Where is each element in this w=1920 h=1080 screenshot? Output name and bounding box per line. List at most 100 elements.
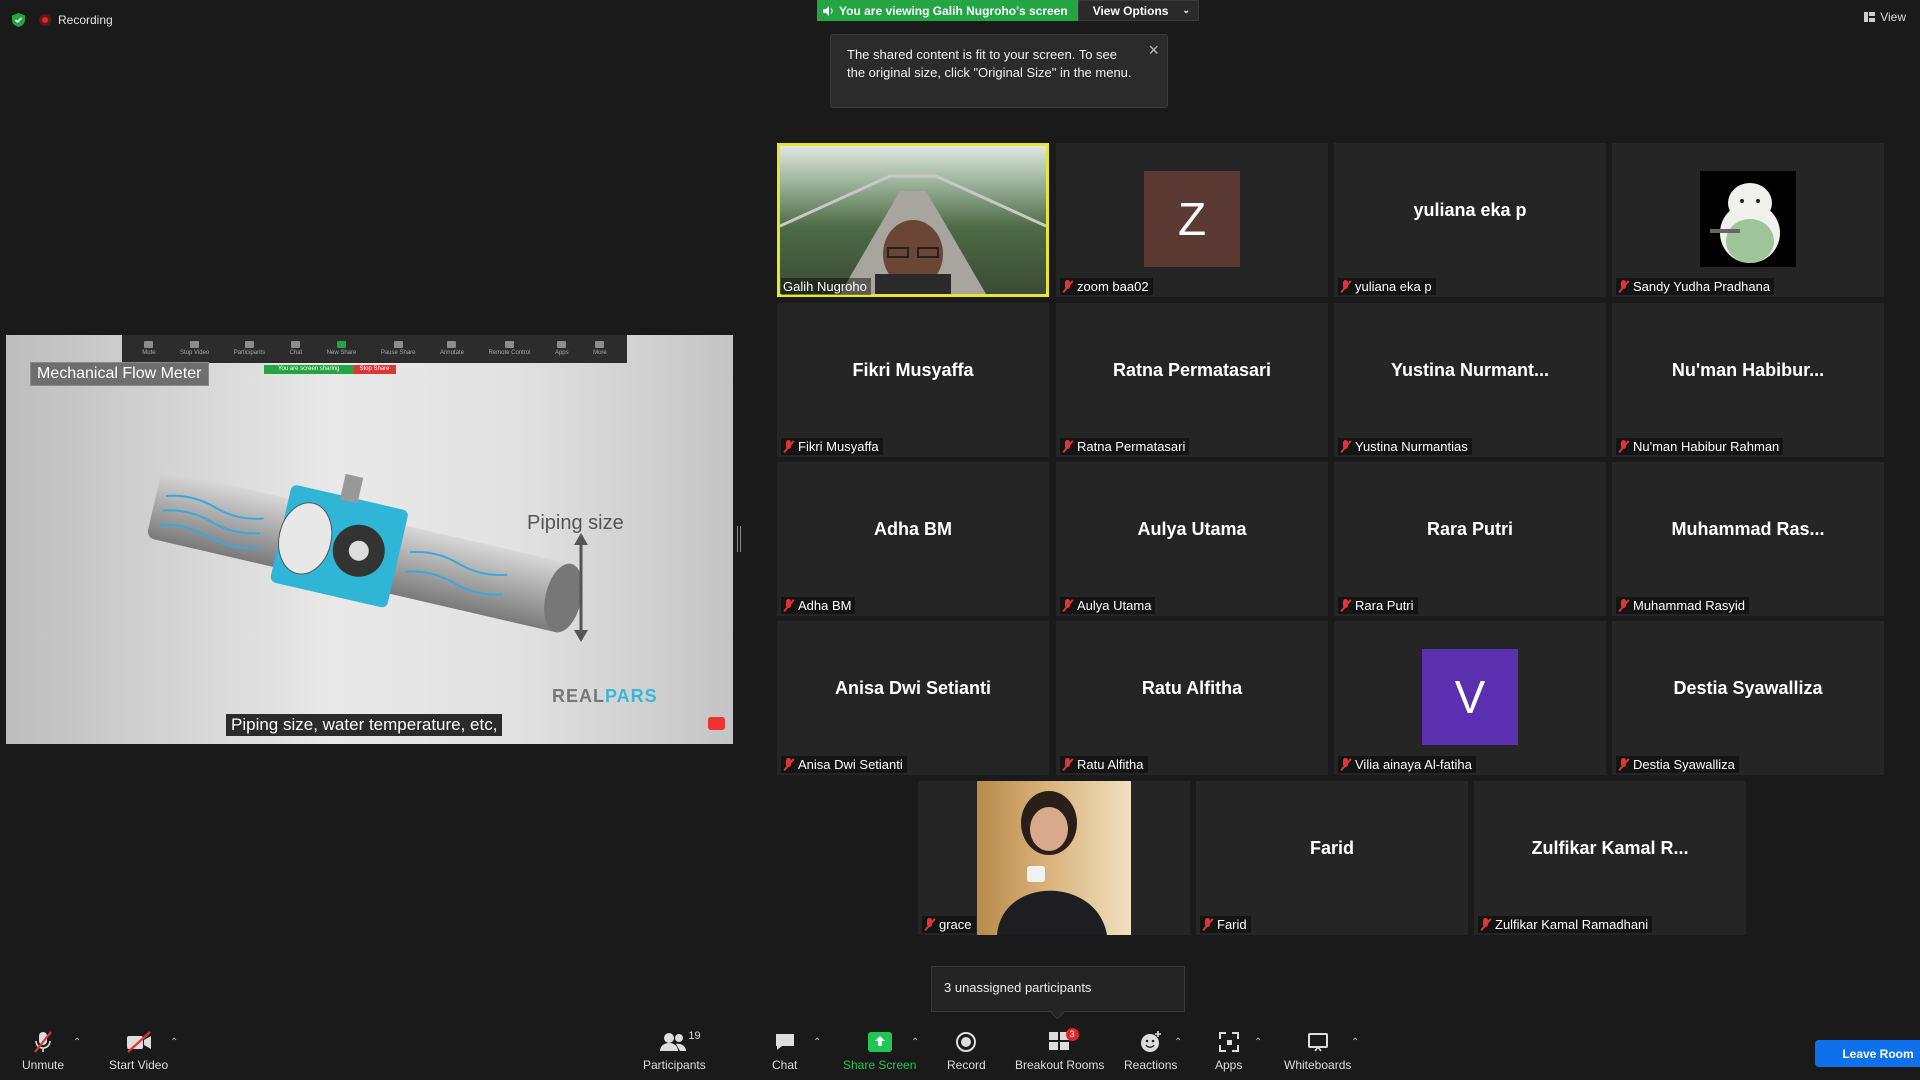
gallery-view-icon <box>1864 12 1876 22</box>
participant-name-label: grace <box>922 916 976 933</box>
shared-screen[interactable]: Mute Stop Video Participants Chat New Sh… <box>6 335 733 744</box>
participant-display-name: Farid <box>1309 838 1354 858</box>
participant-tile[interactable]: Ratna Permatasari Ratna Permatasari <box>1056 303 1328 457</box>
close-icon[interactable]: × <box>1148 41 1159 59</box>
recording-indicator[interactable]: Recording <box>39 13 113 27</box>
reactions-button[interactable]: Reactions <box>1124 1030 1177 1072</box>
speaker-icon <box>823 5 833 16</box>
whiteboards-button[interactable]: Whiteboards <box>1284 1030 1351 1072</box>
participant-display-name: yuliana eka p <box>1413 200 1527 220</box>
flow-meter-illustration <box>147 471 588 642</box>
participant-tile[interactable]: Yustina Nurmant... Yustina Nurmantias <box>1334 303 1606 457</box>
participant-display-name: Anisa Dwi Setianti <box>834 678 992 698</box>
split-resize-handle[interactable] <box>737 526 741 552</box>
participant-name-label: Nu'man Habibur Rahman <box>1616 438 1784 455</box>
share-banner-label: You are viewing Galih Nugroho's screen <box>839 3 1068 18</box>
chat-icon <box>775 1034 794 1050</box>
start-video-button[interactable]: Start Video <box>109 1030 168 1072</box>
mic-muted-icon <box>783 440 794 453</box>
participant-avatar-image <box>1700 171 1796 267</box>
video-off-icon <box>126 1031 151 1053</box>
recording-dot-icon <box>39 14 51 26</box>
participant-tile[interactable]: Adha BM Adha BM <box>777 462 1049 616</box>
participant-name-label: zoom baa02 <box>1060 278 1153 295</box>
mic-muted-icon <box>924 918 935 931</box>
video-caption: Piping size, water temperature, etc, <box>226 714 503 736</box>
participant-display-name: Yustina Nurmant... <box>1390 360 1550 380</box>
participant-name-label: Galih Nugroho <box>781 278 871 295</box>
participant-name-label: Fikri Musyaffa <box>781 438 883 455</box>
participants-button[interactable]: 19 Participants <box>643 1030 706 1072</box>
apps-options-chevron-icon[interactable]: ⌃ <box>1254 1037 1262 1048</box>
participant-name-label: Aulya Utama <box>1060 597 1156 614</box>
participant-tile[interactable]: Zzoom baa02 <box>1056 143 1328 297</box>
mic-muted-icon <box>1480 918 1491 931</box>
mini-participants: Participants <box>234 341 265 357</box>
whiteboard-icon <box>1307 1033 1328 1052</box>
participants-count: 19 <box>688 1030 701 1042</box>
participant-tile[interactable]: Sandy Yudha Pradhana <box>1612 143 1884 297</box>
participant-display-name: Adha BM <box>874 519 952 539</box>
participant-name-label: Ratu Alfitha <box>1060 756 1148 773</box>
participant-tile[interactable]: Anisa Dwi Setianti Anisa Dwi Setianti <box>777 621 1049 775</box>
audio-options-chevron-icon[interactable]: ⌃ <box>73 1037 81 1048</box>
fit-to-screen-tooltip: The shared content is fit to your screen… <box>830 34 1168 108</box>
participant-tile[interactable]: Destia Syawalliza Destia Syawalliza <box>1612 621 1884 775</box>
reactions-options-chevron-icon[interactable]: ⌃ <box>1174 1037 1182 1048</box>
participant-tile[interactable]: Zulfikar Kamal R... Zulfikar Kamal Ramadh… <box>1474 781 1746 935</box>
participant-tile[interactable]: Rara Putri Rara Putri <box>1334 462 1606 616</box>
participant-name-label: Zulfikar Kamal Ramadhani <box>1478 916 1653 933</box>
mini-apps: Apps <box>555 341 569 357</box>
view-options-button[interactable]: View Options ⌄ <box>1077 0 1200 21</box>
realpars-logo: REALPARS <box>552 686 658 706</box>
leave-room-button[interactable]: Leave Room <box>1815 1040 1920 1067</box>
participant-tile[interactable]: V Vilia ainaya Al-fatiha <box>1334 621 1606 775</box>
share-screen-button[interactable]: Share Screen <box>843 1030 916 1072</box>
participant-display-name: Nu'man Habibur... <box>1671 360 1825 380</box>
participants-icon <box>660 1033 687 1051</box>
mini-share-banner: You are screen sharing Stop Share <box>264 365 396 374</box>
piping-size-label: Piping size <box>527 512 624 534</box>
video-options-chevron-icon[interactable]: ⌃ <box>170 1037 178 1048</box>
share-banner: You are viewing Galih Nugroho's screen <box>817 0 1078 21</box>
participant-video <box>977 781 1131 935</box>
record-button[interactable]: Record <box>947 1030 986 1072</box>
share-options-chevron-icon[interactable]: ⌃ <box>911 1037 919 1048</box>
participant-tile[interactable]: Nu'man Habibur... Nu'man Habibur Rahman <box>1612 303 1884 457</box>
mic-muted-icon <box>1618 280 1629 293</box>
mic-muted-icon <box>783 758 794 771</box>
whiteboards-options-chevron-icon[interactable]: ⌃ <box>1351 1037 1359 1048</box>
participant-tile[interactable]: Fikri Musyaffa Fikri Musyaffa <box>777 303 1049 457</box>
participant-tile[interactable]: grace <box>918 781 1190 935</box>
participant-tile[interactable]: yuliana eka p yuliana eka p <box>1334 143 1606 297</box>
chat-button[interactable]: Chat <box>772 1030 797 1072</box>
top-status: Recording <box>12 10 113 30</box>
participant-name-label: Destia Syawalliza <box>1616 756 1739 773</box>
record-icon <box>956 1032 977 1052</box>
shield-icon[interactable] <box>12 13 25 27</box>
participant-name-label: yuliana eka p <box>1338 278 1436 295</box>
participant-tile[interactable]: Galih Nugroho <box>777 143 1049 297</box>
mini-sharing-label: You are screen sharing <box>264 365 354 374</box>
participant-tile[interactable]: Farid Farid <box>1196 781 1468 935</box>
participant-display-name: Aulya Utama <box>1137 519 1247 539</box>
chat-options-chevron-icon[interactable]: ⌃ <box>813 1037 821 1048</box>
zoom-meeting-window: Recording You are viewing Galih Nugroho'… <box>0 0 1920 1080</box>
breakout-rooms-badge: 3 <box>1065 1028 1079 1041</box>
mini-chat: Chat <box>290 341 302 357</box>
mini-stop-video: Stop Video <box>180 341 209 357</box>
slide-title: Mechanical Flow Meter <box>30 362 209 386</box>
participant-tile[interactable]: Muhammad Ras... Muhammad Rasyid <box>1612 462 1884 616</box>
mic-muted-icon <box>1062 758 1073 771</box>
mini-remote-control: Remote Control <box>488 341 530 357</box>
participant-name-label: Anisa Dwi Setianti <box>781 756 907 773</box>
unmute-button[interactable]: Unmute <box>22 1030 64 1072</box>
mini-more: More <box>593 341 607 357</box>
participant-display-name: Zulfikar Kamal R... <box>1531 838 1689 858</box>
apps-button[interactable]: Apps <box>1215 1030 1242 1072</box>
unassigned-participants-popover[interactable]: 3 unassigned participants <box>931 966 1185 1012</box>
participant-tile[interactable]: Ratu Alfitha Ratu Alfitha <box>1056 621 1328 775</box>
view-button[interactable]: View <box>1864 10 1906 24</box>
breakout-rooms-button[interactable]: 3 Breakout Rooms <box>1015 1028 1104 1072</box>
participant-tile[interactable]: Aulya Utama Aulya Utama <box>1056 462 1328 616</box>
